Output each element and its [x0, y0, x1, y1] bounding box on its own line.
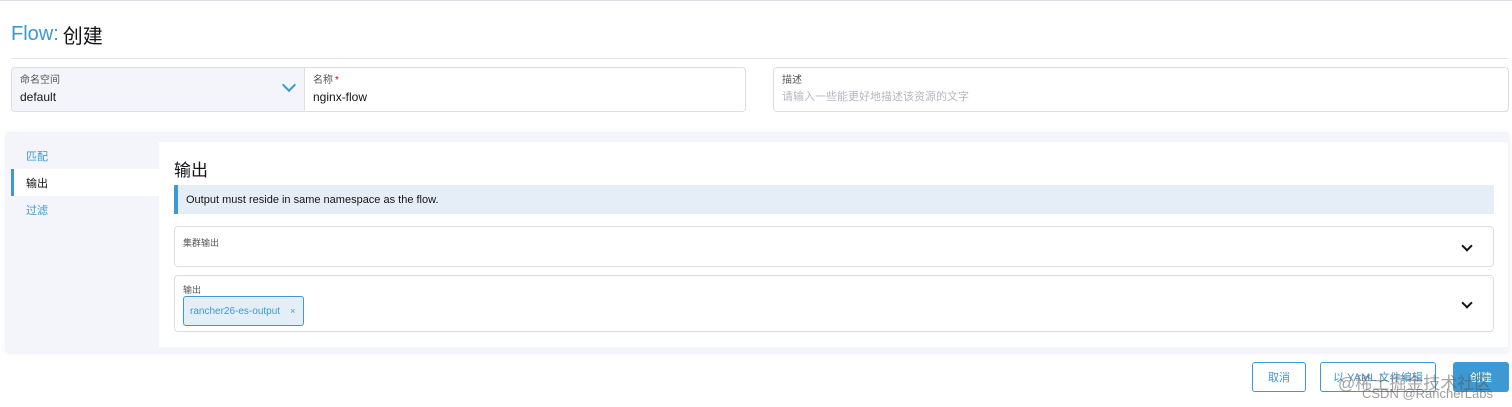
name-label: 名称 *	[313, 75, 339, 86]
selected-output-tag: rancher26-es-output ×	[183, 296, 305, 326]
name-field[interactable]: 名称 * nginx-flow	[304, 67, 746, 112]
description-label: 描述	[782, 75, 802, 86]
cluster-outputs-select[interactable]: 集群输出	[174, 226, 1494, 267]
required-mark: *	[335, 75, 339, 86]
namespace-select[interactable]: 命名空间 default	[11, 67, 305, 112]
namespace-value: default	[20, 90, 57, 104]
page-title-separator: :	[53, 22, 59, 45]
name-value[interactable]: nginx-flow	[313, 90, 737, 104]
description-field[interactable]: 描述 请输入一些能更好地描述该资源的文字	[773, 67, 1509, 112]
top-border	[0, 0, 1512, 1]
cluster-outputs-label: 集群输出	[183, 238, 220, 248]
description-placeholder[interactable]: 请输入一些能更好地描述该资源的文字	[782, 90, 1500, 104]
tab-filters[interactable]: 过滤	[11, 196, 159, 223]
selected-output-name: rancher26-es-output	[190, 305, 281, 317]
page-title-action: 创建	[62, 25, 103, 48]
info-banner: Output must reside in same namespace as …	[174, 185, 1494, 214]
namespace-label: 命名空间	[20, 75, 60, 86]
outputs-select[interactable]: 输出 rancher26-es-output ×	[174, 275, 1494, 332]
panel-title: 输出	[174, 161, 208, 180]
page-title-resource[interactable]: Flow	[11, 23, 53, 46]
tab-outputs[interactable]: 输出	[11, 169, 159, 196]
chevron-down-icon[interactable]	[1461, 240, 1473, 252]
side-tabs: 匹配 输出 过滤	[11, 142, 159, 223]
header-divider	[11, 58, 1508, 59]
outputs-label: 输出	[183, 285, 202, 295]
page-title: Flow : 创建	[11, 20, 103, 48]
watermark-csdn: CSDN @RancherLabs	[1362, 386, 1493, 401]
tab-match[interactable]: 匹配	[11, 142, 159, 169]
remove-tag-icon[interactable]: ×	[290, 306, 295, 316]
cancel-button[interactable]: 取消	[1252, 362, 1306, 392]
tab-panel-outputs: 输出 Output must reside in same namespace …	[159, 142, 1508, 347]
chevron-down-icon[interactable]	[1461, 297, 1473, 309]
